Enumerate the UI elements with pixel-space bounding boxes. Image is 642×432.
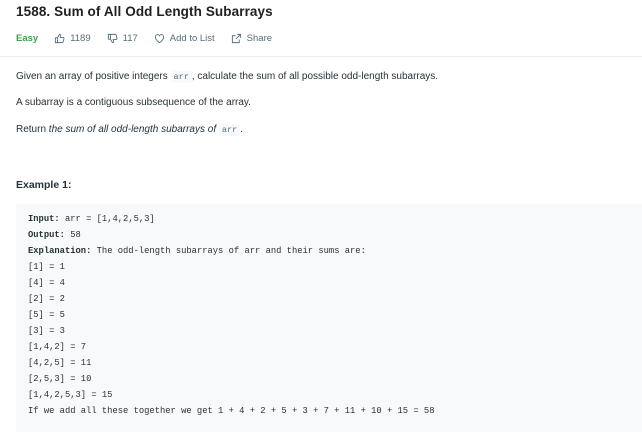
example-sum-line: [1] = 1 xyxy=(28,262,65,272)
difficulty-badge: Easy xyxy=(16,32,39,44)
add-to-list-label: Add to List xyxy=(169,32,215,44)
example-total-line: If we add all these together we get 1 + … xyxy=(28,406,435,416)
dislike-button[interactable]: 117 xyxy=(107,33,138,44)
example-sum-line: [1,4,2] = 7 xyxy=(28,342,87,352)
example-sum-line: [4] = 4 xyxy=(28,278,65,288)
description-paragraph-1: Given an array of positive integers arr,… xyxy=(16,71,439,83)
inline-code-arr: arr xyxy=(170,71,192,83)
share-icon xyxy=(231,33,241,43)
example-sum-line: [5] = 5 xyxy=(28,310,65,320)
example-sum-line: [3] = 3 xyxy=(28,326,65,336)
example-explanation-line: Explanation: The odd-length subarrays of… xyxy=(28,246,366,256)
example-sum-line: [1,4,2,5,3] = 15 xyxy=(28,390,113,400)
example-input-line: Input: arr = [1,4,2,5,3] xyxy=(28,214,155,224)
thumbs-down-icon xyxy=(107,33,118,43)
like-button[interactable]: 1189 xyxy=(54,32,91,44)
example-sum-line: [2,5,3] = 10 xyxy=(28,374,92,384)
dislike-count: 117 xyxy=(122,32,138,44)
example-output-line: Output: 58 xyxy=(28,230,81,240)
share-button[interactable]: Share xyxy=(231,33,272,44)
example-sum-line: [2] = 2 xyxy=(28,294,65,304)
share-label: Share xyxy=(246,32,273,44)
description-paragraph-3: Return the sum of all odd-length subarra… xyxy=(16,124,243,136)
example-code-block: Input: arr = [1,4,2,5,3] Output: 58 Expl… xyxy=(16,204,642,432)
inline-code-arr-return: arr xyxy=(218,124,241,136)
like-count: 1189 xyxy=(70,32,91,44)
heart-icon xyxy=(154,33,164,43)
add-to-list-button[interactable]: Add to List xyxy=(154,33,215,44)
header-divider xyxy=(0,56,642,57)
problem-page: 1588. Sum of All Odd Length Subarrays Ea… xyxy=(0,0,642,432)
example-heading: Example 1: xyxy=(16,179,72,191)
example-sum-line: [4,2,5] = 11 xyxy=(28,358,92,368)
thumbs-up-icon xyxy=(55,33,65,43)
problem-title: 1588. Sum of All Odd Length Subarrays xyxy=(16,4,273,19)
description-paragraph-2: A subarray is a contiguous subsequence o… xyxy=(16,97,251,108)
problem-meta-bar: Easy 1189 117 Add to List Share xyxy=(16,31,288,45)
